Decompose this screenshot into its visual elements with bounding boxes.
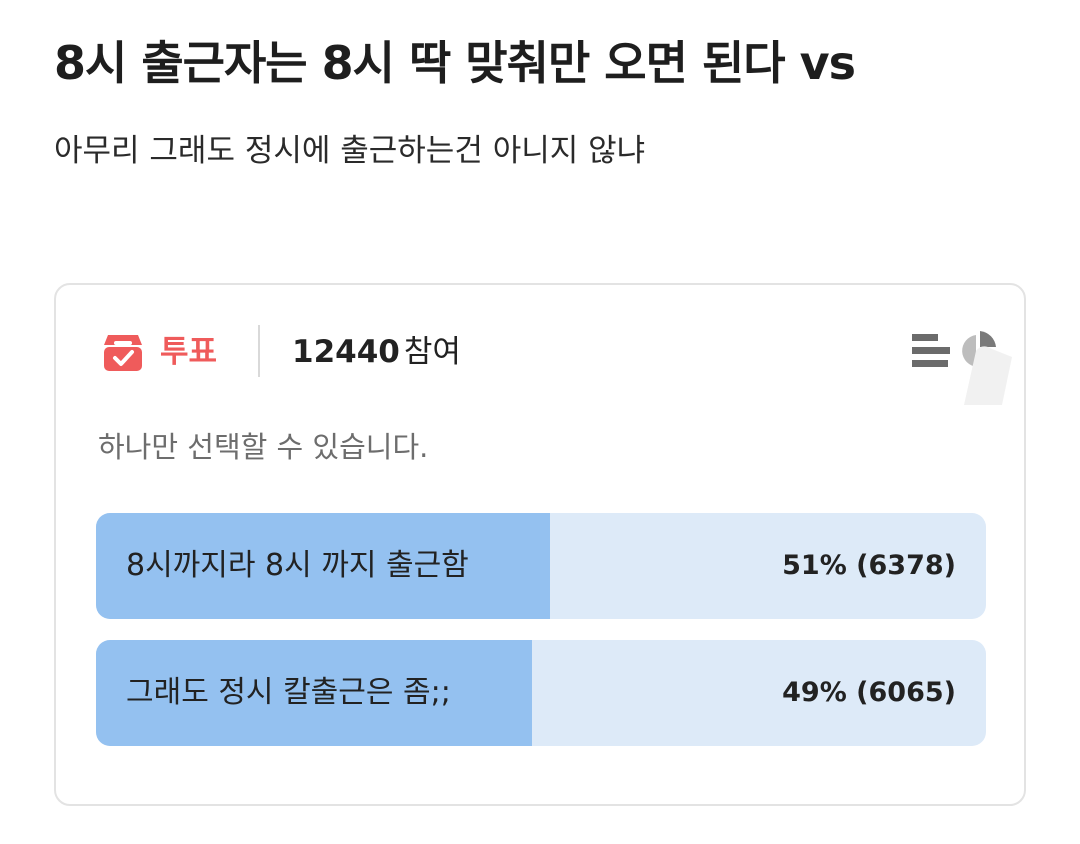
poll-hint: 하나만 선택할 수 있습니다. — [98, 430, 429, 464]
option-2-result: 49% (6065) — [782, 677, 956, 708]
participant-number: 12440 — [292, 334, 400, 370]
poll-label: 투표 — [160, 334, 218, 370]
participant-suffix: 참여 — [403, 334, 461, 370]
option-2-label: 그래도 정시 칼출근은 좀;; — [126, 675, 451, 710]
option-1-result: 51% (6378) — [782, 550, 956, 581]
poll-header: 투표 12440 참여 — [102, 325, 1012, 405]
ballot-box-icon — [104, 335, 142, 371]
participant-count: 12440 참여 — [292, 331, 461, 378]
poll-option-1[interactable]: 8시까지라 8시 까지 출근함 51% (6378) — [96, 513, 986, 619]
post-title: 8시 출근자는 8시 딱 맞춰만 오면 된다 vs — [54, 36, 856, 90]
post-body: 아무리 그래도 정시에 출근하는건 아니지 않냐 — [54, 133, 646, 169]
poll-option-2[interactable]: 그래도 정시 칼출근은 좀;; 49% (6065) — [96, 640, 986, 746]
poll-card: 투표 12440 참여 하나만 선택할 수 있습니다. 8시까지라 8시 까지 출… — [54, 283, 1026, 806]
bar-list-icon[interactable] — [912, 331, 952, 371]
header-divider — [258, 325, 260, 377]
page-curl-icon — [964, 346, 1012, 405]
option-1-label: 8시까지라 8시 까지 출근함 — [126, 548, 469, 583]
